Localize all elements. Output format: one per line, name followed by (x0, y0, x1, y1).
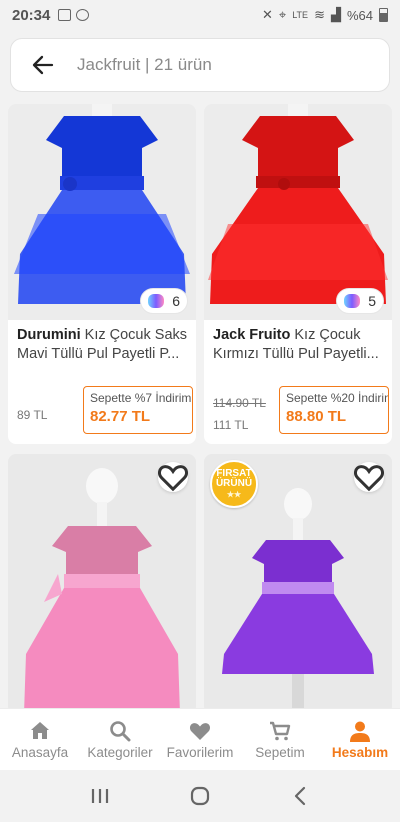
home-circle-icon (190, 786, 210, 806)
lte-label: LTE (292, 10, 309, 20)
discounted-price: 82.77 TL (90, 408, 151, 425)
badge-line-1: FIRSAT (216, 467, 252, 479)
basket-discount-box: Sepette %7 İndirim 82.77 TL (83, 386, 193, 434)
price-row: 89 TL Sepette %7 İndirim 82.77 TL (17, 386, 193, 436)
bottom-navigation: Anasayfa Kategoriler Favorilerim Sepetim… (0, 708, 400, 770)
price: 89 TL (17, 408, 48, 422)
status-time: 20:34 (12, 6, 51, 24)
favorite-button[interactable] (158, 462, 188, 492)
whatsapp-icon (76, 9, 90, 21)
product-image[interactable]: FIRSAT ÜRÜNÜ ★★ (204, 454, 392, 708)
nav-account[interactable]: Hesabım (320, 709, 400, 770)
system-indicators: ✕ ⌖ LTE ≋ ▟ %64 (262, 7, 388, 23)
nav-label: Favorilerim (166, 745, 234, 760)
mute-icon: ✕ (261, 7, 273, 22)
back-button[interactable] (280, 776, 320, 816)
color-variants-badge[interactable]: 6 (140, 288, 188, 314)
search-query[interactable]: Jackfruit | 21 ürün (77, 55, 212, 75)
battery-percent: %64 (346, 7, 373, 23)
nav-favorites[interactable]: Favorilerim (160, 709, 240, 770)
signal-icon: ▟ (330, 7, 341, 22)
product-card[interactable]: 6 Durumini Kız Çocuk Saks Mavi Tüllü Pul… (8, 104, 196, 444)
user-icon (350, 721, 370, 742)
search-bar[interactable]: Jackfruit | 21 ürün (10, 38, 390, 92)
product-image[interactable]: 5 (204, 104, 392, 320)
product-image[interactable]: 6 (8, 104, 196, 320)
status-bar: 20:34 ✕ ⌖ LTE ≋ ▟ %64 (0, 0, 400, 30)
recent-apps-button[interactable] (80, 776, 120, 816)
heart-icon (189, 723, 211, 740)
back-chevron-icon (294, 786, 306, 806)
favorite-button[interactable] (354, 462, 384, 492)
recent-apps-icon (91, 789, 109, 803)
battery-icon (379, 8, 388, 22)
nav-categories[interactable]: Kategoriler (80, 709, 160, 770)
product-card[interactable]: FIRSAT ÜRÜNÜ ★★ (204, 454, 392, 708)
nav-label: Hesabım (331, 745, 389, 760)
color-swatch-icon (344, 294, 361, 308)
product-title[interactable]: Durumini Kız Çocuk Saks Mavi Tüllü Pul P… (17, 326, 189, 364)
color-swatch-icon (148, 294, 165, 308)
system-navigation-bar (0, 770, 400, 822)
cart-icon (270, 721, 291, 741)
gallery-icon (58, 9, 72, 21)
back-arrow-icon[interactable] (31, 53, 55, 77)
nav-cart[interactable]: Sepetim (240, 709, 320, 770)
badge-stars-icon: ★★ (226, 489, 242, 499)
product-title[interactable]: Jack Fruito Kız Çocuk Kırmızı Tüllü Pul … (213, 326, 385, 364)
notification-icons (58, 9, 90, 21)
nav-home[interactable]: Anasayfa (0, 709, 80, 770)
price: 111 TL (213, 418, 249, 432)
color-count: 6 (172, 293, 180, 309)
product-card[interactable] (8, 454, 196, 708)
nav-label: Sepetim (255, 745, 305, 760)
product-brand: Jack Fruito (213, 327, 291, 343)
price-row: 114.90 TL 111 TL Sepette %20 İndirim 88.… (213, 386, 389, 436)
dress-illustration (8, 454, 196, 708)
firsat-urunu-badge: FIRSAT ÜRÜNÜ ★★ (210, 460, 258, 508)
heart-icon (158, 465, 188, 492)
basket-discount-box: Sepette %20 İndirim 88.80 TL (279, 386, 389, 434)
product-card[interactable]: 5 Jack Fruito Kız Çocuk Kırmızı Tüllü Pu… (204, 104, 392, 444)
home-icon (31, 722, 49, 739)
heart-icon (354, 465, 384, 492)
product-brand: Durumini (17, 327, 81, 343)
badge-line-2: ÜRÜNÜ (215, 477, 253, 489)
discount-label: Sepette %7 İndirim (90, 391, 192, 405)
home-button[interactable] (180, 776, 220, 816)
location-icon: ⌖ (278, 7, 287, 22)
product-grid: 6 Durumini Kız Çocuk Saks Mavi Tüllü Pul… (0, 104, 400, 708)
product-image[interactable] (8, 454, 196, 708)
nav-label: Anasayfa (11, 745, 69, 760)
color-variants-badge[interactable]: 5 (336, 288, 384, 314)
nav-label: Kategoriler (87, 745, 153, 760)
discounted-price: 88.80 TL (286, 408, 347, 425)
discount-label: Sepette %20 İndirim (286, 391, 389, 405)
original-price: 114.90 TL (213, 396, 266, 410)
search-icon (110, 721, 131, 742)
color-count: 5 (368, 293, 376, 309)
wifi-icon: ≋ (314, 7, 325, 22)
